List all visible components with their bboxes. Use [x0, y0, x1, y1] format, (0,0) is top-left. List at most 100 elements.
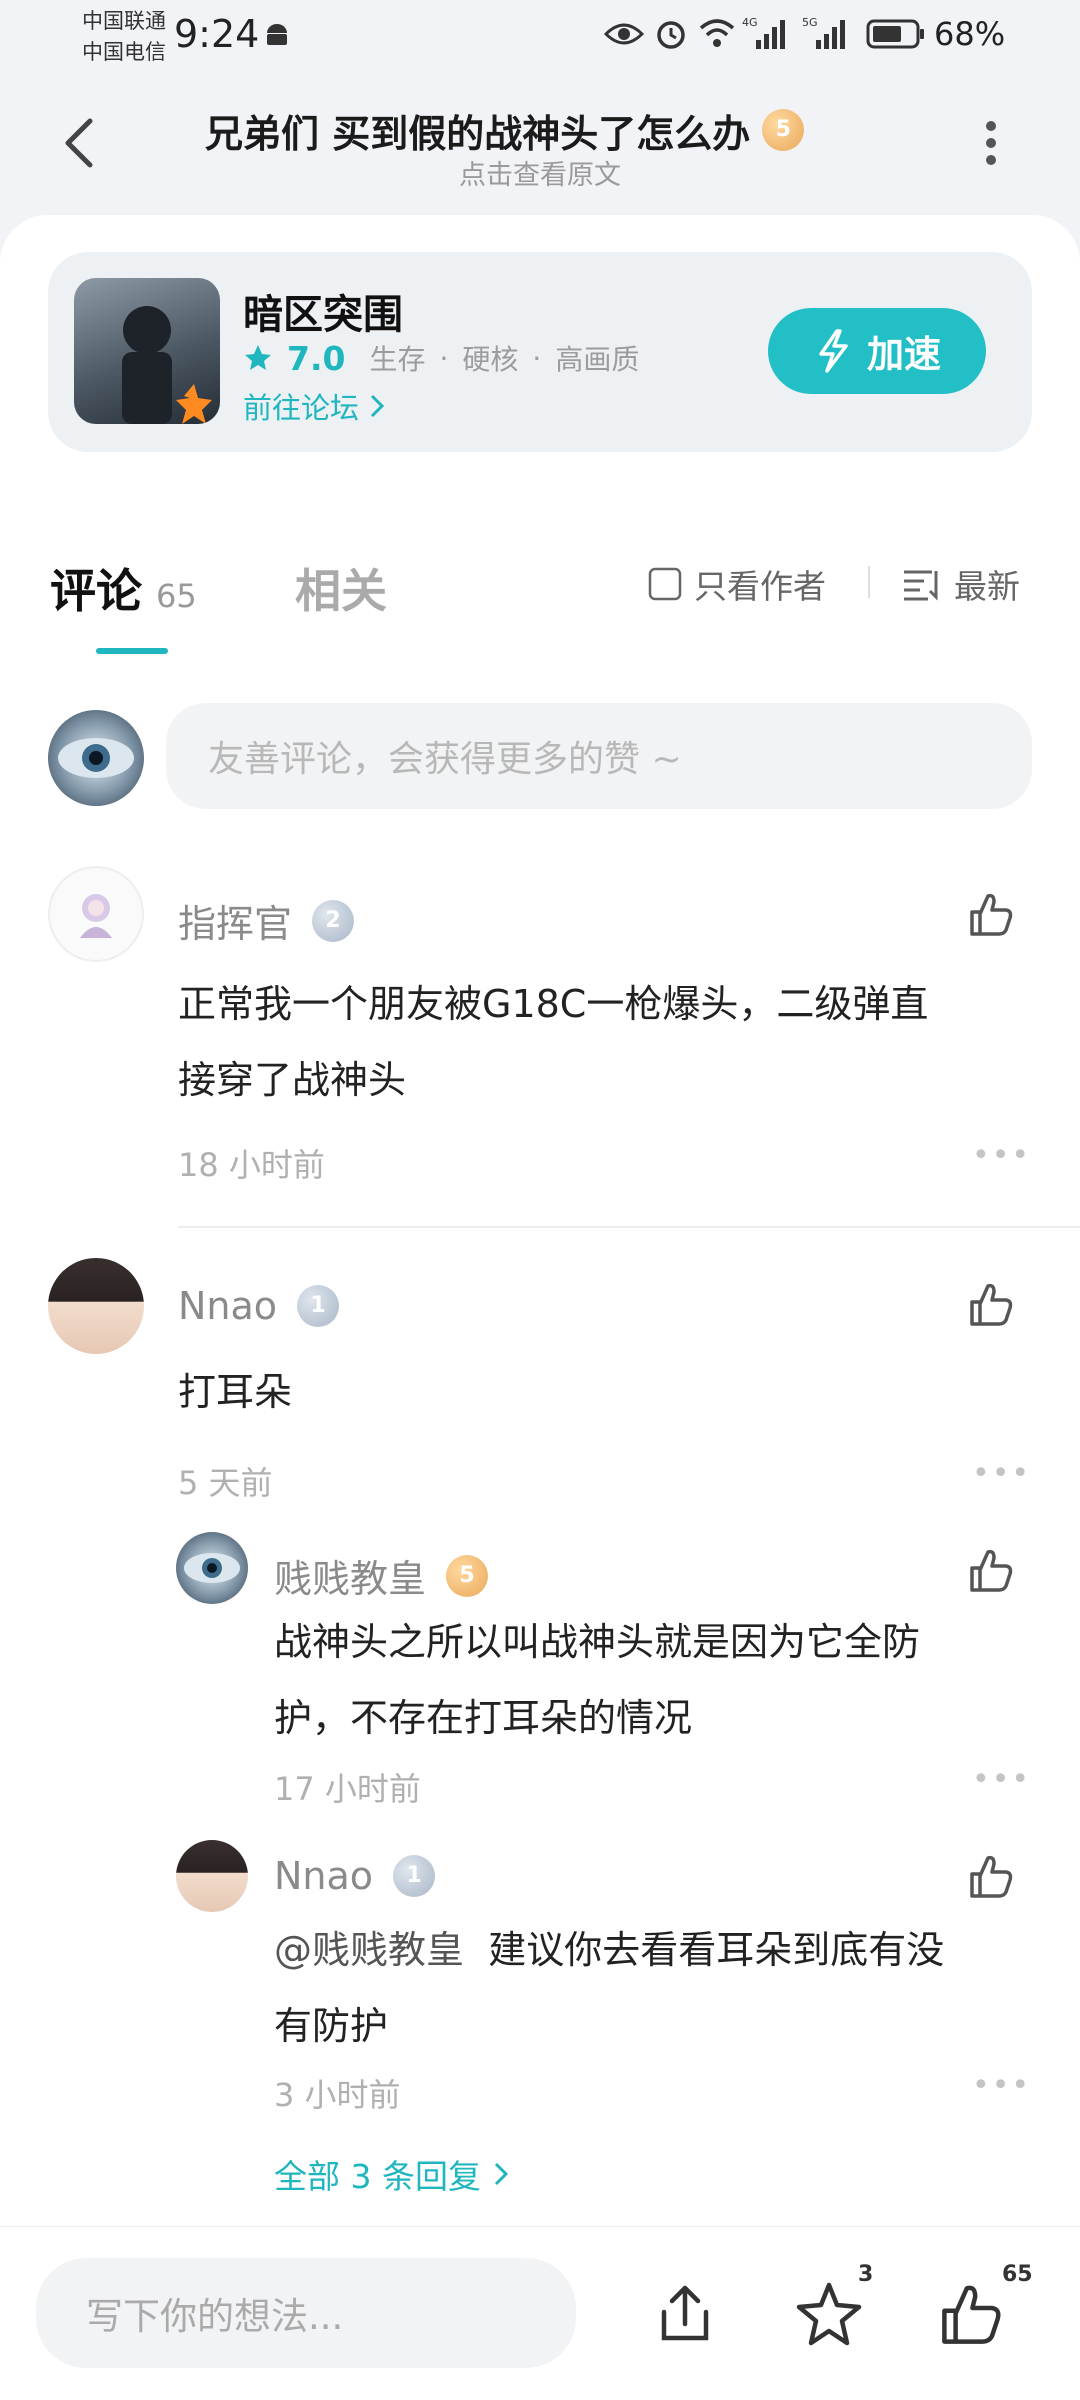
comment-text: 打耳朵	[178, 1370, 293, 1414]
level-badge-icon: 5	[762, 109, 805, 151]
like-post-icon[interactable]	[936, 2280, 1006, 2350]
comment-time: 18 小时前	[178, 1146, 325, 1184]
author-only-label: 只看作者	[694, 567, 826, 606]
lightning-icon	[819, 329, 848, 373]
reply-text-line: 有防护	[274, 2004, 389, 2048]
like-icon[interactable]	[966, 890, 1016, 940]
level-badge-value: 2	[325, 907, 341, 933]
game-tag: 硬核	[462, 343, 519, 376]
tab-comments[interactable]: 评论 65	[50, 555, 197, 621]
level-badge-icon: 5	[446, 1554, 489, 1597]
accelerate-button[interactable]: 加速	[768, 308, 986, 394]
comment-more-icon[interactable]: •••	[972, 1138, 1031, 1173]
like-count: 65	[1002, 2262, 1033, 2287]
comment-text-line: 正常我一个朋友被G18C一枪爆头，二级弹直	[178, 982, 929, 1026]
comment-input-placeholder: 友善评论，会获得更多的赞 ~	[208, 739, 682, 780]
comment-header: Nnao 1	[178, 1284, 340, 1328]
anime-avatar-icon	[80, 894, 112, 938]
reply-text: 战神头之所以叫战神头就是因为它全防 护，不存在打耳朵的情况	[274, 1604, 1034, 1756]
like-icon[interactable]	[966, 1546, 1016, 1596]
game-meta: 7.0 生存 · 硬核 · 高画质	[243, 338, 639, 378]
android-icon	[267, 24, 287, 45]
svg-text:4G: 4G	[742, 16, 758, 29]
my-avatar[interactable]	[48, 710, 144, 806]
tab-comments-count: 65	[156, 577, 197, 615]
eye-avatar-icon	[184, 1553, 240, 1583]
sort-icon	[904, 570, 938, 601]
comment-avatar[interactable]	[48, 1258, 144, 1354]
eye-icon	[604, 23, 644, 45]
svg-text:5G: 5G	[802, 16, 818, 29]
comment-header: 指挥官 2	[178, 893, 355, 948]
like-icon[interactable]	[966, 1280, 1016, 1330]
tab-active-indicator	[96, 648, 168, 654]
accelerate-label: 加速	[867, 333, 941, 376]
like-icon[interactable]	[966, 1852, 1016, 1902]
reply-more-icon[interactable]: •••	[972, 2068, 1031, 2103]
game-tag: 生存	[369, 343, 426, 376]
reply-mention[interactable]: @贱贱教皇	[274, 1928, 464, 1972]
game-tag: 高画质	[555, 343, 640, 376]
reply-header: Nnao 1	[274, 1854, 436, 1898]
battery-icon	[866, 19, 924, 49]
level-badge-value: 1	[406, 1863, 422, 1888]
tab-related[interactable]: 相关	[295, 555, 387, 621]
checkbox-icon	[648, 567, 682, 601]
reply-text-line: 护，不存在打耳朵的情况	[274, 1696, 693, 1740]
post-title-row: 兄弟们 买到假的战神头了怎么办 5	[205, 100, 875, 160]
reply-more-icon[interactable]: •••	[972, 1762, 1031, 1797]
comment-text-line: 接穿了战神头	[178, 1058, 407, 1102]
tab-comments-label: 评论	[50, 564, 142, 618]
carrier-1: 中国联通	[82, 9, 166, 33]
game-rating: 7.0	[287, 338, 346, 378]
level-badge-value: 5	[459, 1562, 475, 1588]
chevron-right-icon	[370, 394, 385, 418]
comment-divider	[178, 1226, 1080, 1228]
share-icon[interactable]	[652, 2282, 718, 2348]
soldier-icon	[122, 306, 212, 424]
battery-percent: 68%	[934, 15, 1006, 53]
comment-text: 正常我一个朋友被G18C一枪爆头，二级弹直 接穿了战神头	[178, 966, 1028, 1118]
comment-username[interactable]: Nnao	[178, 1284, 277, 1328]
comment-username[interactable]: 指挥官	[178, 893, 292, 948]
level-badge-value: 1	[310, 1293, 326, 1318]
signal-4g-icon: 4G	[742, 16, 785, 49]
comment-input[interactable]: 友善评论，会获得更多的赞 ~	[166, 703, 1032, 809]
alarm-icon	[657, 21, 685, 49]
level-badge-icon: 1	[297, 1285, 340, 1327]
reply-text: @贱贱教皇 建议你去看看耳朵到底有没 有防护	[274, 1912, 1034, 2064]
all-replies-link[interactable]: 全部 3 条回复	[274, 2150, 511, 2198]
reply-header: 贱贱教皇 5	[274, 1548, 489, 1603]
all-replies-label: 全部 3 条回复	[274, 2157, 481, 2196]
comment-more-icon[interactable]: •••	[972, 1456, 1031, 1491]
level-badge-value: 5	[775, 117, 791, 142]
wifi-icon	[699, 19, 735, 47]
signal-5g-icon: 5G	[802, 16, 845, 49]
reply-username[interactable]: Nnao	[274, 1854, 373, 1898]
write-comment-input[interactable]: 写下你的想法...	[36, 2258, 576, 2368]
reply-avatar[interactable]	[176, 1532, 248, 1604]
level-badge-icon: 1	[393, 1855, 436, 1897]
game-icon	[74, 278, 220, 424]
view-original-link[interactable]: 点击查看原文	[0, 153, 1080, 192]
divider	[868, 566, 870, 598]
author-only-toggle[interactable]: 只看作者	[648, 560, 826, 608]
sort-label: 最新	[954, 567, 1020, 606]
reply-time: 17 小时前	[274, 1770, 421, 1808]
comment-time: 5 天前	[178, 1464, 273, 1502]
reply-text-line: 战神头之所以叫战神头就是因为它全防	[274, 1620, 921, 1664]
favorite-star-icon[interactable]	[794, 2280, 864, 2350]
post-title: 兄弟们 买到假的战神头了怎么办	[205, 111, 751, 156]
forum-link[interactable]: 前往论坛	[243, 385, 387, 427]
reply-text-line: @贱贱教皇 建议你去看看耳朵到底有没	[274, 1912, 1034, 1988]
forum-link-label: 前往论坛	[243, 391, 360, 425]
comment-avatar[interactable]	[48, 866, 144, 962]
more-options-icon[interactable]	[976, 118, 1006, 168]
reply-username[interactable]: 贱贱教皇	[274, 1548, 426, 1603]
reply-time: 3 小时前	[274, 2076, 401, 2114]
reply-text-part: 建议你去看看耳朵到底有没	[488, 1928, 945, 1972]
sort-button[interactable]: 最新	[902, 560, 1020, 608]
reply-avatar[interactable]	[176, 1840, 248, 1912]
favorite-count: 3	[858, 2262, 874, 2287]
level-badge-icon: 2	[312, 899, 355, 942]
